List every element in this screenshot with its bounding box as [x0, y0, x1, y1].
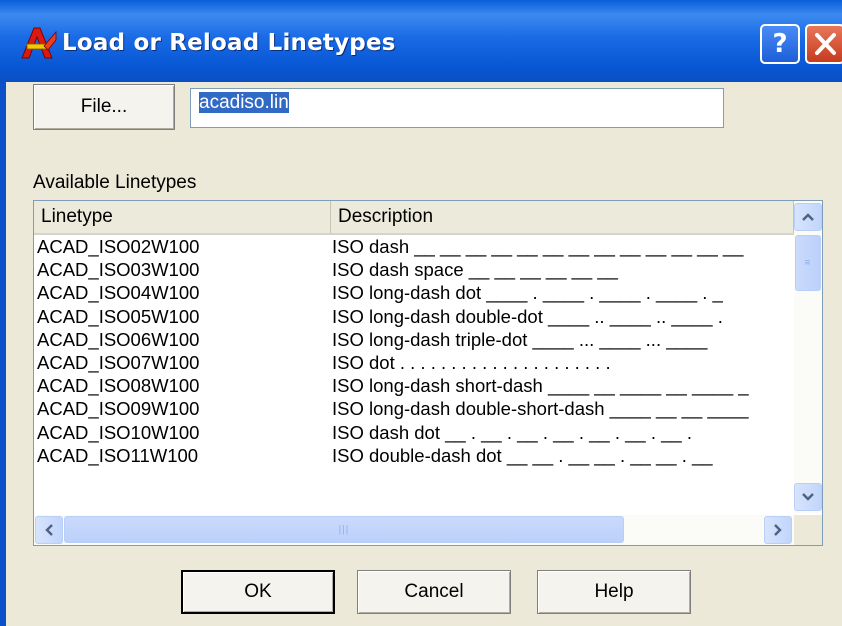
chevron-up-icon [802, 213, 814, 221]
file-name-field[interactable]: acadiso.lin [190, 88, 724, 128]
linetype-name: ACAD_ISO10W100 [37, 421, 200, 443]
vertical-scrollbar[interactable]: ≡ [794, 201, 822, 513]
linetype-name: ACAD_ISO03W100 [37, 259, 200, 281]
linetype-description: ISO long-dash triple-dot ____ ... ____ .… [332, 328, 708, 350]
grip-icon: ≡ [804, 257, 812, 269]
scroll-up-button[interactable] [794, 203, 822, 231]
scroll-down-button[interactable] [794, 483, 822, 511]
list-item[interactable]: ACAD_ISO04W100 ISO long-dash dot ____ . _… [34, 281, 794, 304]
linetype-name: ACAD_ISO11W100 [37, 444, 199, 466]
close-icon [815, 33, 836, 55]
list-item[interactable]: ACAD_ISO05W100 ISO long-dash double-dot _… [34, 305, 794, 328]
linetype-name: ACAD_ISO09W100 [37, 398, 200, 420]
list-item[interactable]: ACAD_ISO09W100 ISO long-dash double-short… [34, 397, 794, 420]
linetype-list[interactable]: Linetype Description ACAD_ISO02W100 ISO d… [33, 200, 823, 546]
scroll-left-button[interactable] [35, 516, 63, 544]
file-name-value: acadiso.lin [199, 92, 289, 113]
linetype-name: ACAD_ISO04W100 [37, 282, 200, 304]
scroll-right-button[interactable] [764, 516, 792, 544]
ok-button[interactable]: OK [181, 570, 335, 614]
list-rows: ACAD_ISO02W100 ISO dash __ __ __ __ __ __… [34, 235, 794, 467]
window-title: Load or Reload Linetypes [62, 30, 396, 56]
list-item[interactable]: ACAD_ISO11W100 ISO double-dash dot __ __ … [34, 444, 794, 467]
grip-icon: ||| [338, 524, 350, 535]
column-header-description[interactable]: Description [331, 201, 794, 233]
help-icon[interactable]: ? [760, 24, 800, 64]
close-button[interactable] [805, 24, 842, 64]
linetype-name: ACAD_ISO02W100 [37, 236, 200, 257]
list-item[interactable]: ACAD_ISO03W100 ISO dash space __ __ __ __… [34, 258, 794, 281]
linetype-description: ISO double-dash dot __ __ . __ __ . __ _… [332, 444, 713, 466]
cancel-button[interactable]: Cancel [357, 570, 511, 614]
linetype-description: ISO dot . . . . . . . . . . . . . . . . … [332, 351, 611, 373]
linetype-description: ISO dash __ __ __ __ __ __ __ __ __ __ _… [332, 236, 744, 257]
list-item[interactable]: ACAD_ISO06W100 ISO long-dash triple-dot _… [34, 328, 794, 351]
linetype-description: ISO long-dash dot ____ . ____ . ____ . _… [332, 282, 723, 304]
linetype-description: ISO dash space __ __ __ __ __ __ [332, 259, 618, 281]
list-item[interactable]: ACAD_ISO10W100 ISO dash dot __ . __ . __ … [34, 421, 794, 444]
window-frame [0, 82, 6, 626]
available-linetypes-label: Available Linetypes [33, 172, 197, 193]
linetype-name: ACAD_ISO08W100 [37, 375, 200, 397]
chevron-left-icon [45, 524, 53, 536]
linetype-description: ISO long-dash short-dash ____ __ ____ __… [332, 375, 749, 397]
column-header-linetype[interactable]: Linetype [34, 201, 331, 233]
list-item[interactable]: ACAD_ISO08W100 ISO long-dash short-dash _… [34, 374, 794, 397]
file-button[interactable]: File... [33, 84, 175, 130]
title-bar[interactable]: Load or Reload Linetypes ? [0, 0, 842, 82]
chevron-right-icon [774, 524, 782, 536]
linetype-name: ACAD_ISO06W100 [37, 328, 200, 350]
autocad-icon [21, 27, 57, 59]
linetype-description: ISO long-dash double-short-dash ____ __ … [332, 398, 749, 420]
vertical-scroll-thumb[interactable]: ≡ [795, 235, 821, 291]
scrollbar-corner [794, 515, 822, 545]
list-header: Linetype Description [34, 201, 794, 235]
linetype-description: ISO long-dash double-dot ____ .. ____ ..… [332, 305, 723, 327]
chevron-down-icon [802, 493, 814, 501]
linetype-name: ACAD_ISO05W100 [37, 305, 200, 327]
list-item[interactable]: ACAD_ISO02W100 ISO dash __ __ __ __ __ __… [34, 235, 794, 258]
horizontal-scrollbar[interactable]: ||| [34, 515, 794, 545]
help-button[interactable]: Help [537, 570, 691, 614]
linetype-name: ACAD_ISO07W100 [37, 351, 200, 373]
linetype-description: ISO dash dot __ . __ . __ . __ . __ . __… [332, 421, 692, 443]
list-item[interactable]: ACAD_ISO07W100 ISO dot . . . . . . . . . … [34, 351, 794, 374]
horizontal-scroll-thumb[interactable]: ||| [64, 516, 624, 543]
